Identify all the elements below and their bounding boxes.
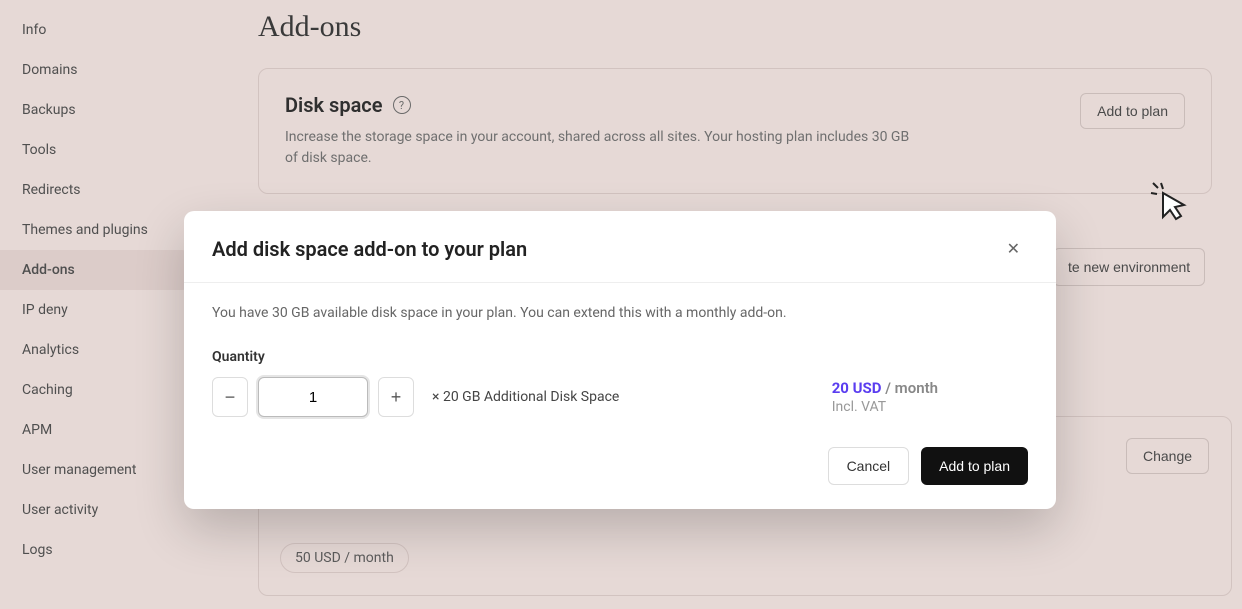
- sidebar-item-apm[interactable]: APM: [0, 410, 188, 450]
- cancel-button[interactable]: Cancel: [828, 447, 910, 485]
- sidebar-item-ipdeny[interactable]: IP deny: [0, 290, 188, 330]
- confirm-add-to-plan-button[interactable]: Add to plan: [921, 447, 1028, 485]
- help-icon[interactable]: ?: [393, 96, 411, 114]
- page-title: Add-ons: [258, 10, 1212, 44]
- change-button[interactable]: Change: [1126, 438, 1209, 474]
- cursor-click-icon: [1149, 179, 1191, 225]
- quantity-unit-description: × 20 GB Additional Disk Space: [432, 389, 619, 405]
- sidebar-item-addons[interactable]: Add-ons: [0, 250, 188, 290]
- sidebar-item-analytics[interactable]: Analytics: [0, 330, 188, 370]
- modal-description: You have 30 GB available disk space in y…: [212, 305, 1028, 321]
- sidebar-item-caching[interactable]: Caching: [0, 370, 188, 410]
- sidebar-item-logs[interactable]: Logs: [0, 530, 188, 570]
- add-to-plan-button[interactable]: Add to plan: [1080, 93, 1185, 129]
- disk-space-card: Disk space ? Increase the storage space …: [258, 68, 1212, 194]
- quantity-increment-button[interactable]: +: [378, 377, 414, 417]
- sidebar-item-redirects[interactable]: Redirects: [0, 170, 188, 210]
- sidebar-item-usermgmt[interactable]: User management: [0, 450, 188, 490]
- add-disk-space-modal: Add disk space add-on to your plan ✕ You…: [184, 211, 1056, 509]
- price-chip: 50 USD / month: [280, 543, 409, 573]
- quantity-input[interactable]: [258, 377, 368, 417]
- card-title: Disk space: [285, 93, 383, 117]
- card-description: Increase the storage space in your accou…: [285, 127, 925, 169]
- create-environment-button[interactable]: te new environment: [1053, 248, 1205, 286]
- sidebar-item-backups[interactable]: Backups: [0, 90, 188, 130]
- close-icon[interactable]: ✕: [999, 235, 1028, 262]
- price-period: / month: [882, 379, 938, 397]
- modal-title: Add disk space add-on to your plan: [212, 237, 527, 261]
- sidebar: Info Domains Backups Tools Redirects The…: [0, 0, 188, 609]
- quantity-decrement-button[interactable]: −: [212, 377, 248, 417]
- price-amount: 20 USD: [832, 379, 882, 397]
- sidebar-item-domains[interactable]: Domains: [0, 50, 188, 90]
- sidebar-item-themes[interactable]: Themes and plugins: [0, 210, 188, 250]
- quantity-label: Quantity: [212, 349, 1028, 365]
- sidebar-item-info[interactable]: Info: [0, 10, 188, 50]
- price-block: 20 USD / month Incl. VAT: [832, 379, 938, 415]
- sidebar-item-tools[interactable]: Tools: [0, 130, 188, 170]
- price-vat-note: Incl. VAT: [832, 399, 938, 415]
- sidebar-item-useractivity[interactable]: User activity: [0, 490, 188, 530]
